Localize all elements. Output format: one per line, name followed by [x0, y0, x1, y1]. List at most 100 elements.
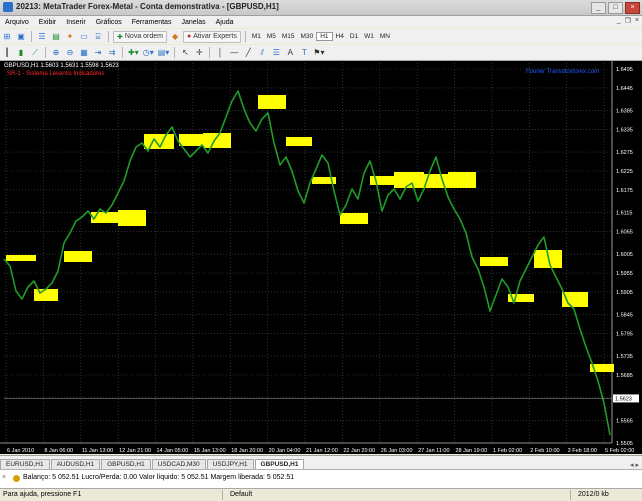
mdi-close-button[interactable]: ×: [635, 17, 639, 25]
menu-ferramentas[interactable]: Ferramentas: [127, 19, 177, 26]
minimize-button[interactable]: _: [591, 2, 606, 14]
price-tick-label: 1.6065: [616, 229, 633, 235]
support-resistance-zone: [340, 213, 368, 224]
metaeditor-icon[interactable]: ◆: [169, 31, 181, 43]
terminal-icon[interactable]: ▭: [78, 31, 90, 43]
indicators-icon[interactable]: ✚▾: [127, 47, 140, 59]
price-tick-label: 1.6275: [616, 150, 633, 156]
timeframe-m5[interactable]: M5: [264, 33, 279, 40]
time-tick-label: 21 Jan 12:00: [306, 448, 338, 454]
chart-window[interactable]: 1.6495 1.6445 1.6385 1.6335 1.6275 1.6225 1.61…: [0, 61, 642, 454]
tab-gbpusd-h1-active[interactable]: GBPUSD,H1: [254, 459, 305, 469]
chart-link-label[interactable]: Fourier Transdicetorex.com: [526, 69, 599, 75]
data-window-icon[interactable]: ▤: [50, 31, 62, 43]
status-bar: Para ajuda, pressione F1 Default 2012/0 …: [0, 488, 642, 501]
tab-eurusd-h1[interactable]: EURUSD,H1: [0, 459, 50, 469]
toolbar-separator: [45, 47, 46, 58]
experts-icon: ●: [187, 33, 192, 40]
label-tool-icon[interactable]: T: [298, 47, 310, 59]
market-watch-icon[interactable]: ☰: [36, 31, 48, 43]
timeframe-h1[interactable]: H1: [316, 32, 333, 41]
arrows-tool-icon[interactable]: ⚑▾: [312, 47, 325, 59]
channel-icon[interactable]: ⫽: [256, 47, 268, 59]
tab-usdcad-m30[interactable]: USDCAD,M30: [151, 459, 206, 469]
timeframe-w1[interactable]: W1: [361, 33, 377, 40]
time-tick-label: 18 Jan 20:00: [231, 448, 263, 454]
menu-inserir[interactable]: Inserir: [61, 19, 90, 26]
timeframe-mn[interactable]: MN: [377, 33, 393, 40]
time-tick-label: 27 Jan 11:00: [418, 448, 449, 454]
price-tick-label: 1.6225: [616, 169, 633, 175]
menu-janelas[interactable]: Janelas: [176, 19, 210, 26]
new-order-icon: ✚: [117, 33, 123, 41]
time-tick-label: 22 Jan 20:00: [343, 448, 375, 454]
status-connection: 2012/0 kb: [578, 491, 609, 498]
navigator-icon[interactable]: ✦: [64, 31, 76, 43]
time-tick-label: 11 Jan 13:00: [82, 448, 113, 454]
fibonacci-icon[interactable]: ☰: [270, 47, 282, 59]
experts-button[interactable]: ● Ativar Experts: [183, 30, 241, 43]
zoom-in-icon[interactable]: ⊕: [50, 47, 62, 59]
title-bar: 20213: MetaTrader Forex-Metal - Conta de…: [0, 0, 642, 16]
vertical-line-icon[interactable]: │: [214, 47, 226, 59]
time-tick-label: 15 Jan 13:00: [194, 448, 226, 454]
tab-usdjpy-h1[interactable]: USDJPY,H1: [206, 459, 254, 469]
support-resistance-zone: [6, 255, 36, 261]
status-profile: Default: [230, 491, 253, 498]
price-tick-label: 1.5505: [616, 441, 633, 447]
timeframe-m15[interactable]: M15: [279, 33, 298, 40]
periods-icon[interactable]: ◷▾: [142, 47, 155, 59]
maximize-button[interactable]: □: [608, 2, 623, 14]
price-chart[interactable]: 1.6495 1.6445 1.6385 1.6335 1.6275 1.6225 1.61…: [0, 61, 642, 454]
new-order-button[interactable]: ✚ Nova ordem: [113, 30, 168, 43]
menu-exibir[interactable]: Exibir: [34, 19, 62, 26]
terminal-panel: × Balanço: 5 052.51 Lucro/Perda: 0.00 Va…: [0, 469, 642, 488]
menu-arquivo[interactable]: Arquivo: [0, 19, 34, 26]
toolbar-separator: [108, 31, 109, 42]
tab-gbpusd-h1[interactable]: GBPUSD,H1: [101, 459, 151, 469]
support-resistance-zone: [370, 176, 396, 185]
price-tick-label: 1.5795: [616, 331, 633, 337]
text-tool-icon[interactable]: A: [284, 47, 296, 59]
time-tick-label: 20 Jan 04:00: [269, 448, 301, 454]
time-tick-label: 5 Feb 02:00: [605, 448, 634, 454]
mdi-controls: _ ❐ ×: [617, 17, 639, 25]
menu-ajuda[interactable]: Ajuda: [211, 19, 239, 26]
price-tick-label: 1.5735: [616, 354, 633, 360]
mdi-minimize-button[interactable]: _: [617, 17, 621, 25]
trendline-icon[interactable]: ╱: [242, 47, 254, 59]
tile-windows-icon[interactable]: ▦: [78, 47, 90, 59]
terminal-close-icon[interactable]: ×: [2, 474, 6, 481]
tab-audusd-h1[interactable]: AUDUSD,H1: [50, 459, 101, 469]
toolbar-separator: [31, 31, 32, 42]
time-tick-label: 1 Feb 02:00: [493, 448, 522, 454]
timeframe-h4[interactable]: H4: [333, 33, 347, 40]
tab-scroll-arrows-icon[interactable]: ◂ ▸: [630, 461, 639, 469]
price-tick-label: 1.5905: [616, 290, 633, 296]
timeframe-m1[interactable]: M1: [249, 33, 264, 40]
window-title: 20213: MetaTrader Forex-Metal - Conta de…: [16, 2, 279, 11]
line-chart-icon[interactable]: ⟋: [29, 47, 41, 59]
chart-shift-icon[interactable]: ⇥: [92, 47, 104, 59]
bar-chart-icon[interactable]: ┃: [1, 47, 13, 59]
support-resistance-zone: [286, 137, 312, 146]
timeframe-d1[interactable]: D1: [347, 33, 361, 40]
candlestick-icon[interactable]: ▮: [15, 47, 27, 59]
zoom-out-icon[interactable]: ⊖: [64, 47, 76, 59]
balance-line: Balanço: 5 052.51 Lucro/Perda: 0.00 Valo…: [23, 474, 295, 481]
horizontal-line-icon[interactable]: —: [228, 47, 240, 59]
mdi-restore-button[interactable]: ❐: [625, 17, 631, 25]
crosshair-icon[interactable]: ✛: [193, 47, 205, 59]
auto-scroll-icon[interactable]: ⇉: [106, 47, 118, 59]
close-button[interactable]: ×: [625, 2, 640, 14]
price-tick-label: 1.5845: [616, 313, 633, 319]
strategy-tester-icon[interactable]: ⌸: [92, 31, 104, 43]
timeframe-m30[interactable]: M30: [298, 33, 317, 40]
templates-icon[interactable]: ▤▾: [157, 47, 171, 59]
support-resistance-zone: [258, 95, 286, 109]
cursor-icon[interactable]: ↖: [179, 47, 191, 59]
toolbar-separator: [174, 47, 176, 58]
profiles-icon[interactable]: ▣: [15, 31, 27, 43]
new-chart-icon[interactable]: ⊞: [1, 31, 13, 43]
menu-graficos[interactable]: Gráficos: [91, 19, 127, 26]
